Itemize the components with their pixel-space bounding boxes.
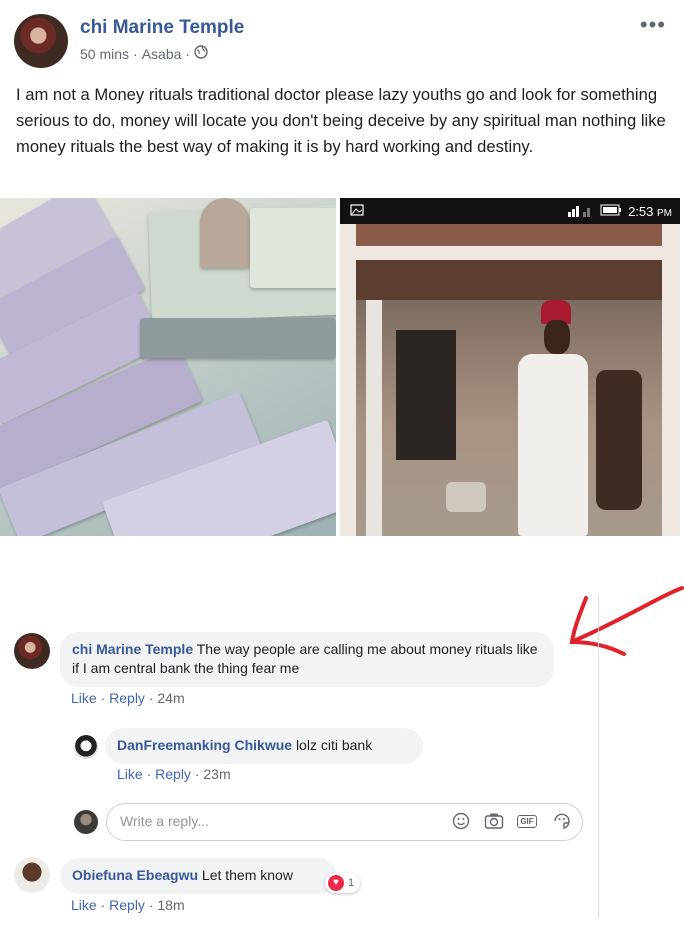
post-time[interactable]: 50 mins [80, 46, 129, 62]
like-link[interactable]: Like [71, 897, 97, 913]
phone-status-bar: 2:53 PM [340, 198, 680, 224]
like-link[interactable]: Like [117, 766, 143, 782]
reply-actions: Like · Reply · 23m [117, 766, 231, 782]
reply-link[interactable]: Reply [109, 690, 145, 706]
heart-reaction-icon: ♥ [328, 875, 344, 891]
comment-author-link[interactable]: chi Marine Temple [72, 641, 193, 657]
reply-link[interactable]: Reply [109, 897, 145, 913]
reply-input[interactable]: Write a reply... GIF [106, 803, 583, 841]
reply-bubble: DanFreemanking Chikwue lolz citi bank [105, 728, 423, 764]
globe-icon [194, 45, 208, 62]
camera-icon[interactable] [484, 812, 504, 832]
signal-icon [568, 203, 594, 220]
post-meta: 50 mins · Asaba · [80, 45, 208, 62]
money-photo[interactable] [0, 198, 336, 536]
sticker-icon[interactable] [552, 812, 572, 832]
reply-link[interactable]: Reply [155, 766, 191, 782]
meta-separator: · [133, 45, 138, 62]
current-user-avatar [74, 810, 98, 834]
phone-screenshot-photo[interactable]: 2:53 PM [340, 198, 680, 536]
post-text: I am not a Money rituals traditional doc… [16, 85, 666, 156]
comment-bubble: Obiefuna Ebeagwu Let them know [60, 858, 336, 894]
commenter-avatar[interactable] [14, 633, 50, 669]
reaction-badge[interactable]: ♥ 1 [325, 873, 361, 893]
comment-actions: Like · Reply · 18m [71, 897, 185, 913]
gif-icon[interactable]: GIF [517, 812, 537, 832]
man-standing-photo [356, 260, 662, 536]
comment-bubble: chi Marine Temple The way people are cal… [60, 632, 554, 687]
reply-age: 23m [203, 766, 231, 782]
comment-text: Let them know [201, 867, 293, 883]
more-dots-icon[interactable]: ••• [640, 12, 666, 38]
reply-author-link[interactable]: DanFreemanking Chikwue [117, 737, 292, 753]
thread-divider [598, 596, 599, 918]
battery-icon [600, 204, 622, 219]
reply-text: lolz citi bank [295, 737, 373, 753]
reaction-count: 1 [348, 877, 355, 889]
comment-author-link[interactable]: Obiefuna Ebeagwu [72, 867, 198, 883]
like-link[interactable]: Like [71, 690, 97, 706]
red-arrow-annotation [569, 586, 684, 656]
comment-actions: Like · Reply · 24m [71, 690, 185, 706]
commenter-avatar[interactable] [14, 857, 50, 893]
image-icon [350, 204, 364, 219]
page-name-link[interactable]: chi Marine Temple [80, 17, 244, 39]
replier-avatar[interactable] [74, 735, 98, 759]
emoji-icon[interactable] [451, 812, 471, 832]
post-location[interactable]: Asaba [142, 46, 182, 62]
meta-separator: · [185, 45, 191, 62]
reply-placeholder: Write a reply... [120, 813, 209, 829]
phone-clock: 2:53 PM [628, 203, 672, 219]
comment-age: 18m [157, 897, 185, 913]
photo-top-strip [356, 224, 662, 246]
page-avatar[interactable] [14, 14, 68, 68]
comment-age: 24m [157, 690, 185, 706]
